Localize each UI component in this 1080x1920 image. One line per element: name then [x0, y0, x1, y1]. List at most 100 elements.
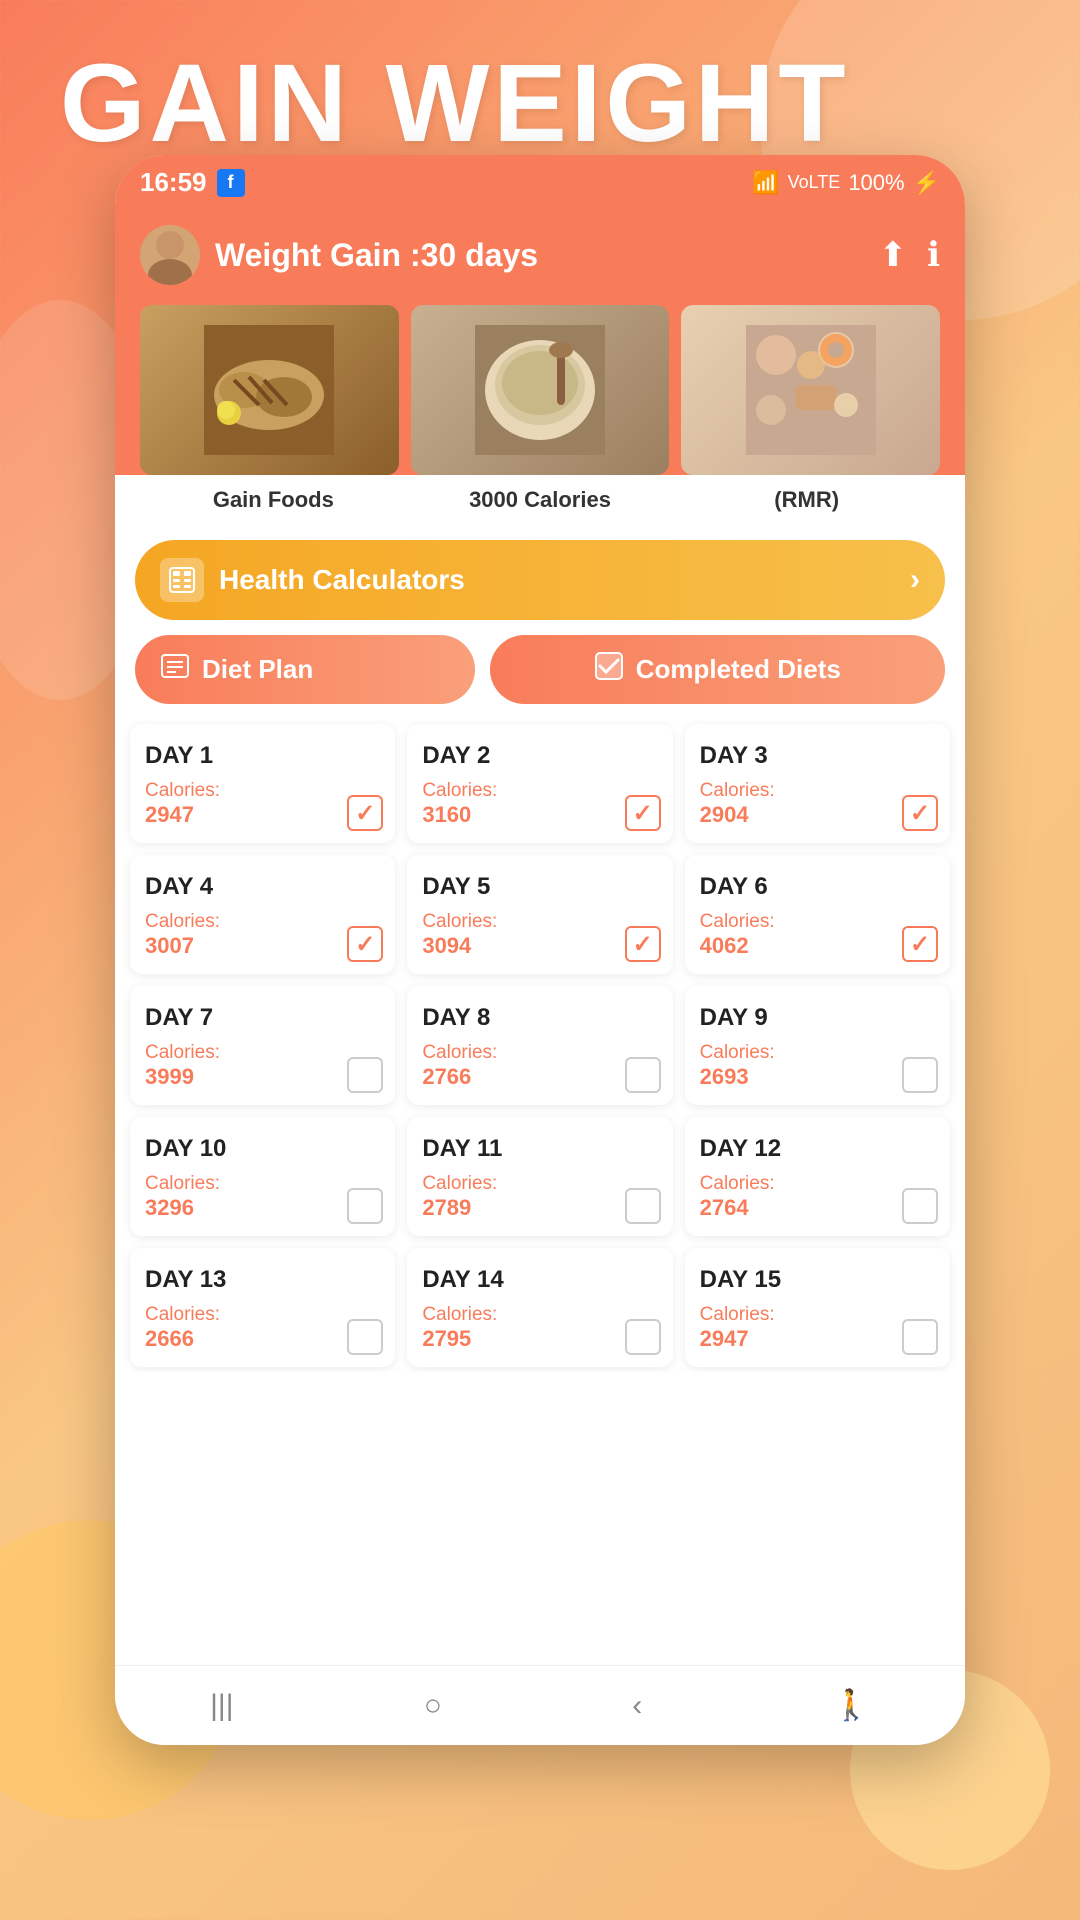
- app-header: Weight Gain :30 days ⬆ ℹ: [115, 210, 965, 305]
- day-calories-label-8: Calories:: [700, 1042, 935, 1064]
- food-card-bg-2: [681, 305, 940, 475]
- day-calories-value-0: 2947: [145, 802, 380, 828]
- day-checkbox-6[interactable]: [347, 1057, 383, 1093]
- food-label-2[interactable]: (RMR): [673, 487, 940, 513]
- day-calories-label-5: Calories:: [700, 911, 935, 933]
- completed-diets-button[interactable]: Completed Diets: [490, 635, 945, 704]
- day-checkbox-4[interactable]: ✓: [625, 926, 661, 962]
- day-checkbox-5[interactable]: ✓: [902, 926, 938, 962]
- food-label-0[interactable]: Gain Foods: [140, 487, 407, 513]
- day-title-1: DAY 2: [422, 742, 657, 770]
- food-card-0[interactable]: [140, 305, 399, 475]
- nav-profile-icon: 🚶: [833, 1688, 870, 1723]
- completed-diets-label: Completed Diets: [636, 654, 841, 685]
- chevron-right-icon: ›: [910, 563, 920, 597]
- share-icon[interactable]: ⬆: [879, 235, 908, 275]
- day-card-10[interactable]: DAY 11Calories:2789: [407, 1117, 672, 1236]
- nav-back-icon: ‹: [632, 1689, 642, 1723]
- food-card-1[interactable]: [411, 305, 670, 475]
- days-grid: DAY 1Calories:2947✓DAY 2Calories:3160✓DA…: [115, 719, 965, 1372]
- day-card-6[interactable]: DAY 7Calories:3999: [130, 986, 395, 1105]
- day-calories-value-7: 2766: [422, 1064, 657, 1090]
- day-checkbox-3[interactable]: ✓: [347, 926, 383, 962]
- day-card-12[interactable]: DAY 13 Calories:2666: [130, 1248, 395, 1367]
- day-title-9: DAY 10: [145, 1135, 380, 1163]
- day-title-14: DAY 15: [700, 1266, 935, 1294]
- day-card-14[interactable]: DAY 15Calories:2947: [685, 1248, 950, 1367]
- day-checkbox-9[interactable]: [347, 1188, 383, 1224]
- day-calories-value-9: 3296: [145, 1195, 380, 1221]
- info-icon[interactable]: ℹ: [927, 235, 940, 275]
- day-card-3[interactable]: DAY 4Calories:3007✓: [130, 855, 395, 974]
- day-calories-value-1: 3160: [422, 802, 657, 828]
- day-calories-value-10: 2789: [422, 1195, 657, 1221]
- nav-home-icon: ○: [424, 1689, 442, 1723]
- checkmark-icon-1: ✓: [633, 799, 653, 828]
- day-checkbox-11[interactable]: [902, 1188, 938, 1224]
- day-card-5[interactable]: DAY 6 Calories:4062✓: [685, 855, 950, 974]
- day-card-1[interactable]: DAY 2Calories:3160✓: [407, 724, 672, 843]
- day-calories-label-3: Calories:: [145, 911, 380, 933]
- nav-home-button[interactable]: ○: [424, 1689, 442, 1723]
- status-bar: 16:59 f 📶 VoLTE 100% ⚡: [115, 155, 965, 210]
- day-checkbox-1[interactable]: ✓: [625, 795, 661, 831]
- food-label-1[interactable]: 3000 Calories: [407, 487, 674, 513]
- day-title-3: DAY 4: [145, 873, 380, 901]
- health-calc-left: Health Calculators: [160, 558, 465, 602]
- phone-frame: 16:59 f 📶 VoLTE 100% ⚡ Weight Gain :30 d…: [115, 155, 965, 1745]
- diet-plan-button[interactable]: Diet Plan: [135, 635, 475, 704]
- page-title: GAIN WEIGHT: [60, 40, 850, 167]
- header-left: Weight Gain :30 days: [140, 225, 538, 285]
- health-calculators-button[interactable]: Health Calculators ›: [135, 540, 945, 620]
- day-card-0[interactable]: DAY 1Calories:2947✓: [130, 724, 395, 843]
- day-calories-label-2: Calories:: [700, 780, 935, 802]
- battery-icon: ⚡: [913, 170, 940, 196]
- day-checkbox-7[interactable]: [625, 1057, 661, 1093]
- day-card-2[interactable]: DAY 3Calories:2904✓: [685, 724, 950, 843]
- diet-plan-label: Diet Plan: [202, 654, 313, 685]
- day-checkbox-13[interactable]: [625, 1319, 661, 1355]
- day-calories-label-12: Calories:: [145, 1304, 380, 1326]
- food-card-bg-0: [140, 305, 399, 475]
- signal-icon: VoLTE: [788, 172, 841, 193]
- battery-text: 100%: [848, 170, 904, 196]
- day-calories-label-14: Calories:: [700, 1304, 935, 1326]
- day-title-11: DAY 12: [700, 1135, 935, 1163]
- day-card-4[interactable]: DAY 5Calories:3094✓: [407, 855, 672, 974]
- day-checkbox-12[interactable]: [347, 1319, 383, 1355]
- day-title-13: DAY 14: [422, 1266, 657, 1294]
- day-checkbox-14[interactable]: [902, 1319, 938, 1355]
- checkmark-icon-2: ✓: [910, 799, 930, 828]
- food-card-2[interactable]: [681, 305, 940, 475]
- day-calories-label-6: Calories:: [145, 1042, 380, 1064]
- nav-profile-button[interactable]: 🚶: [833, 1688, 870, 1723]
- day-card-11[interactable]: DAY 12Calories:2764: [685, 1117, 950, 1236]
- nav-menu-icon: |||: [210, 1689, 233, 1723]
- day-card-9[interactable]: DAY 10Calories:3296: [130, 1117, 395, 1236]
- day-card-13[interactable]: DAY 14Calories:2795: [407, 1248, 672, 1367]
- day-calories-label-7: Calories:: [422, 1042, 657, 1064]
- day-calories-value-8: 2693: [700, 1064, 935, 1090]
- wifi-icon: 📶: [752, 170, 779, 196]
- day-checkbox-0[interactable]: ✓: [347, 795, 383, 831]
- calculator-icon-box: [160, 558, 204, 602]
- nav-previous-button[interactable]: ‹: [632, 1689, 642, 1723]
- status-time: 16:59: [140, 167, 207, 198]
- day-calories-value-4: 3094: [422, 933, 657, 959]
- day-checkbox-10[interactable]: [625, 1188, 661, 1224]
- status-icons: 📶 VoLTE 100% ⚡: [752, 170, 940, 196]
- day-title-12: DAY 13: [145, 1266, 380, 1294]
- day-checkbox-8[interactable]: [902, 1057, 938, 1093]
- nav-back-button[interactable]: |||: [210, 1689, 233, 1723]
- checkmark-icon-4: ✓: [633, 930, 653, 959]
- header-actions: ⬆ ℹ: [879, 235, 940, 275]
- day-card-7[interactable]: DAY 8Calories:2766: [407, 986, 672, 1105]
- day-title-10: DAY 11: [422, 1135, 657, 1163]
- day-checkbox-2[interactable]: ✓: [902, 795, 938, 831]
- day-calories-label-11: Calories:: [700, 1173, 935, 1195]
- day-card-8[interactable]: DAY 9Calories:2693: [685, 986, 950, 1105]
- diet-buttons-row: Diet Plan Completed Diets: [115, 635, 965, 719]
- day-calories-value-12: 2666: [145, 1326, 380, 1352]
- day-title-5: DAY 6: [700, 873, 935, 901]
- day-calories-value-5: 4062: [700, 933, 935, 959]
